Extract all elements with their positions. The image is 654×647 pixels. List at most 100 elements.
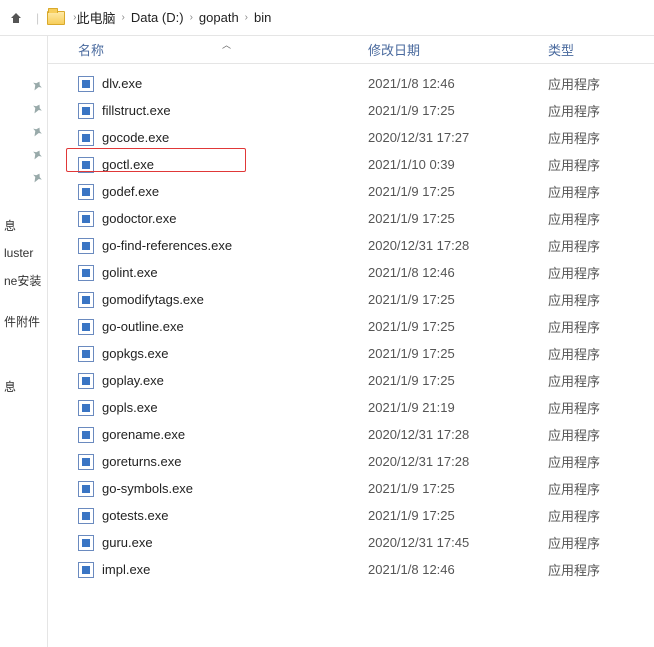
- file-name-label: gotests.exe: [102, 508, 169, 523]
- breadcrumb-segment[interactable]: bin: [254, 10, 271, 25]
- file-name-label: gorename.exe: [102, 427, 185, 442]
- file-name-label: goreturns.exe: [102, 454, 182, 469]
- file-name-cell: go-symbols.exe: [48, 481, 368, 497]
- exe-icon: [78, 76, 94, 92]
- column-header-type[interactable]: 类型: [548, 40, 654, 59]
- file-name-cell: fillstruct.exe: [48, 103, 368, 119]
- exe-icon: [78, 319, 94, 335]
- file-list: dlv.exe2021/1/8 12:46应用程序fillstruct.exe2…: [48, 64, 654, 583]
- file-name-label: goctl.exe: [102, 157, 154, 172]
- file-date-label: 2020/12/31 17:45: [368, 535, 548, 550]
- file-name-cell: go-find-references.exe: [48, 238, 368, 254]
- file-row[interactable]: fillstruct.exe2021/1/9 17:25应用程序: [48, 97, 654, 124]
- file-type-label: 应用程序: [548, 479, 654, 498]
- file-date-label: 2021/1/10 0:39: [368, 157, 548, 172]
- file-row[interactable]: goplay.exe2021/1/9 17:25应用程序: [48, 367, 654, 394]
- file-row[interactable]: gotests.exe2021/1/9 17:25应用程序: [48, 502, 654, 529]
- exe-icon: [78, 373, 94, 389]
- file-date-label: 2021/1/9 17:25: [368, 211, 548, 226]
- file-date-label: 2021/1/8 12:46: [368, 562, 548, 577]
- exe-icon: [78, 103, 94, 119]
- file-date-label: 2020/12/31 17:28: [368, 427, 548, 442]
- sidebar-item[interactable]: [0, 295, 47, 307]
- exe-icon: [78, 184, 94, 200]
- file-name-cell: gopkgs.exe: [48, 346, 368, 362]
- file-date-label: 2021/1/9 21:19: [368, 400, 548, 415]
- sidebar-item[interactable]: 件附件: [0, 307, 47, 336]
- file-row[interactable]: godef.exe2021/1/9 17:25应用程序: [48, 178, 654, 205]
- exe-icon: [78, 535, 94, 551]
- file-row[interactable]: go-find-references.exe2020/12/31 17:28应用…: [48, 232, 654, 259]
- sidebar-item[interactable]: ne安装: [0, 266, 47, 295]
- breadcrumb-segment[interactable]: gopath: [199, 10, 239, 25]
- file-date-label: 2021/1/9 17:25: [368, 184, 548, 199]
- sidebar-item[interactable]: luster: [0, 240, 47, 266]
- file-date-label: 2020/12/31 17:27: [368, 130, 548, 145]
- file-row[interactable]: goreturns.exe2020/12/31 17:28应用程序: [48, 448, 654, 475]
- exe-icon: [78, 292, 94, 308]
- file-date-label: 2021/1/8 12:46: [368, 265, 548, 280]
- file-row[interactable]: go-outline.exe2021/1/9 17:25应用程序: [48, 313, 654, 340]
- sidebar-item[interactable]: [0, 336, 47, 348]
- file-type-label: 应用程序: [548, 452, 654, 471]
- column-header-name[interactable]: 名称 ︿: [48, 40, 368, 59]
- file-type-label: 应用程序: [548, 506, 654, 525]
- file-row[interactable]: golint.exe2021/1/8 12:46应用程序: [48, 259, 654, 286]
- file-row[interactable]: gopls.exe2021/1/9 21:19应用程序: [48, 394, 654, 421]
- column-header-date[interactable]: 修改日期: [368, 40, 548, 59]
- chevron-right-icon: ›: [190, 12, 193, 23]
- file-name-label: go-outline.exe: [102, 319, 184, 334]
- file-name-label: go-find-references.exe: [102, 238, 232, 253]
- file-row[interactable]: impl.exe2021/1/8 12:46应用程序: [48, 556, 654, 583]
- sort-indicator-icon: ︿: [222, 38, 231, 51]
- file-row[interactable]: godoctor.exe2021/1/9 17:25应用程序: [48, 205, 654, 232]
- pin-icon[interactable]: [0, 145, 47, 168]
- breadcrumb[interactable]: 此电脑›Data (D:)›gopath›bin: [76, 8, 271, 27]
- file-row[interactable]: dlv.exe2021/1/8 12:46应用程序: [48, 70, 654, 97]
- file-list-pane: 名称 ︿ 修改日期 类型 dlv.exe2021/1/8 12:46应用程序fi…: [48, 36, 654, 647]
- file-name-cell: goreturns.exe: [48, 454, 368, 470]
- exe-icon: [78, 454, 94, 470]
- exe-icon: [78, 157, 94, 173]
- file-name-cell: gomodifytags.exe: [48, 292, 368, 308]
- exe-icon: [78, 427, 94, 443]
- file-type-label: 应用程序: [548, 236, 654, 255]
- file-row[interactable]: gopkgs.exe2021/1/9 17:25应用程序: [48, 340, 654, 367]
- file-date-label: 2021/1/8 12:46: [368, 76, 548, 91]
- file-name-cell: golint.exe: [48, 265, 368, 281]
- up-button[interactable]: [4, 6, 28, 30]
- sidebar-item[interactable]: [0, 360, 47, 372]
- sidebar-item[interactable]: 息: [0, 372, 47, 401]
- file-type-label: 应用程序: [548, 425, 654, 444]
- pin-icon[interactable]: [0, 76, 47, 99]
- file-name-label: go-symbols.exe: [102, 481, 193, 496]
- file-type-label: 应用程序: [548, 533, 654, 552]
- file-row[interactable]: gomodifytags.exe2021/1/9 17:25应用程序: [48, 286, 654, 313]
- file-row[interactable]: gorename.exe 2020/12/31 17:28应用程序: [48, 421, 654, 448]
- breadcrumb-segment[interactable]: Data (D:): [131, 10, 184, 25]
- file-row[interactable]: go-symbols.exe 2021/1/9 17:25应用程序: [48, 475, 654, 502]
- column-name-label: 名称: [78, 43, 104, 58]
- file-row[interactable]: guru.exe 2020/12/31 17:45应用程序: [48, 529, 654, 556]
- file-row[interactable]: goctl.exe2021/1/10 0:39应用程序: [48, 151, 654, 178]
- breadcrumb-segment[interactable]: 此电脑: [76, 8, 115, 27]
- chevron-right-icon: ›: [245, 12, 248, 23]
- file-name-cell: dlv.exe: [48, 76, 368, 92]
- file-row[interactable]: gocode.exe2020/12/31 17:27应用程序: [48, 124, 654, 151]
- pin-icon[interactable]: [0, 168, 47, 191]
- file-type-label: 应用程序: [548, 317, 654, 336]
- file-name-cell: guru.exe: [48, 535, 368, 551]
- pin-icon[interactable]: [0, 122, 47, 145]
- file-name-label: gopls.exe: [102, 400, 158, 415]
- file-name-label: godoctor.exe: [102, 211, 176, 226]
- pin-icon[interactable]: [0, 99, 47, 122]
- file-name-cell: gopls.exe: [48, 400, 368, 416]
- exe-icon: [78, 400, 94, 416]
- sidebar-item[interactable]: 息: [0, 211, 47, 240]
- sidebar-item[interactable]: [0, 348, 47, 360]
- file-name-label: impl.exe: [102, 562, 150, 577]
- file-date-label: 2021/1/9 17:25: [368, 481, 548, 496]
- file-name-cell: goctl.exe: [48, 157, 368, 173]
- file-name-label: guru.exe: [102, 535, 153, 550]
- file-date-label: 2021/1/9 17:25: [368, 346, 548, 361]
